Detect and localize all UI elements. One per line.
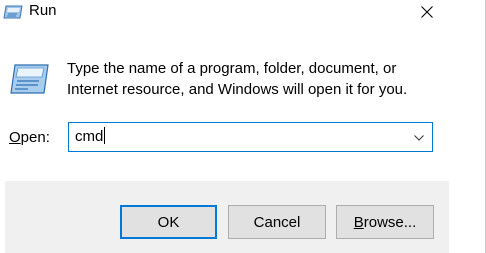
text-caret [104, 127, 106, 144]
open-label-text: pen: [20, 129, 50, 146]
open-label: Open: [9, 128, 50, 148]
browse-accesskey: B [353, 213, 364, 231]
open-input-value: cmd [75, 128, 104, 145]
run-icon [8, 62, 50, 96]
title-bar[interactable]: Run [0, 0, 486, 26]
close-button[interactable] [404, 0, 450, 24]
ok-button[interactable]: OK [120, 205, 217, 239]
browse-label: rowse... [363, 213, 417, 231]
run-icon [3, 4, 23, 20]
open-combobox[interactable]: cmd [68, 122, 433, 152]
window-title: Run [29, 2, 57, 19]
chevron-down-icon [414, 128, 424, 146]
cancel-button[interactable]: Cancel [228, 205, 326, 239]
instruction-text: Type the name of a program, folder, docu… [67, 60, 408, 98]
run-dialog: Run Type the name of a program, folder, … [0, 0, 486, 253]
close-icon [421, 6, 433, 18]
open-label-accesskey: O [9, 129, 21, 146]
open-input[interactable]: cmd [75, 127, 106, 147]
dropdown-button[interactable] [408, 125, 430, 149]
browse-button[interactable]: Browse... [336, 205, 434, 239]
